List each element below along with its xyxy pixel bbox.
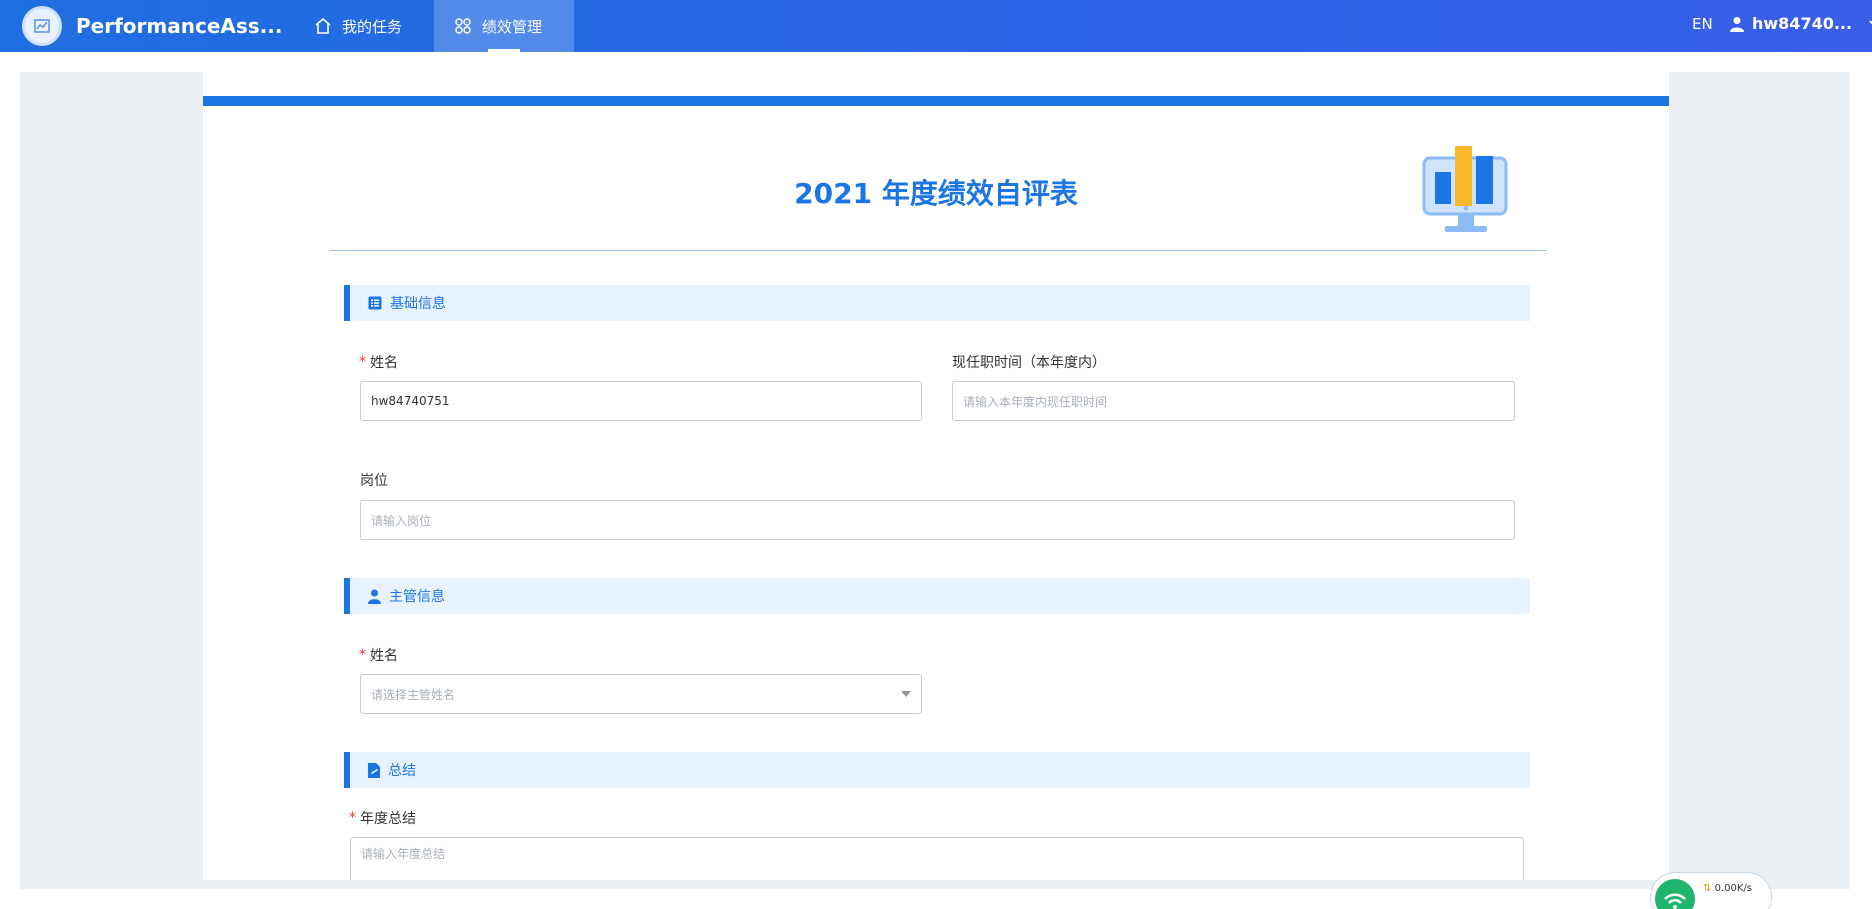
form-sheet: 2021 年度绩效自评表 基础信息 * 姓名 hw84740751 现任职时间（… [203,72,1669,880]
list-icon [368,296,382,310]
monitor-chart-icon [1422,146,1508,232]
chart-icon [34,19,50,33]
supervisor-name-placeholder: 请选择主管姓名 [371,687,456,702]
network-speed-widget[interactable]: ⇅ 0.00K/s [1650,872,1772,909]
caret-down-icon [901,691,911,697]
section-basic-info: 基础信息 [344,285,1530,321]
network-speed-text: ⇅ 0.00K/s [1703,883,1752,894]
supervisor-name-select[interactable]: 请选择主管姓名 [360,674,922,714]
wifi-icon [1655,879,1695,909]
supervisor-name-label-text: 姓名 [370,648,398,664]
top-navbar: PerformanceAss... 我的任务 绩效管理 EN hw84740..… [0,0,1872,52]
supervisor-name-label: * 姓名 [359,645,398,665]
name-label-text: 姓名 [370,355,398,371]
nav-performance-management[interactable]: 绩效管理 [434,0,574,52]
user-icon [1730,16,1744,32]
required-asterisk: * [349,810,356,826]
tenure-label-text: 现任职时间（本年度内） [952,355,1106,371]
language-switch[interactable]: EN [1692,15,1713,33]
app-title[interactable]: PerformanceAss... [76,14,282,38]
home-icon [315,17,331,34]
up-down-arrows-icon: ⇅ [1703,883,1712,894]
position-label-text: 岗位 [360,473,388,489]
sheet-top-accent [203,96,1669,106]
position-input[interactable]: 请输入岗位 [360,500,1515,540]
section-supervisor-title: 主管信息 [389,589,445,605]
required-asterisk: * [359,647,366,663]
annual-summary-label-text: 年度总结 [360,811,416,827]
section-summary: 总结 [344,752,1530,788]
annual-summary-label: * 年度总结 [349,808,416,828]
user-menu[interactable]: hw84740... [1730,14,1872,33]
annual-summary-textarea[interactable]: 请输入年度总结 [350,837,1524,880]
nav-performance-label: 绩效管理 [482,17,543,36]
grid-icon [455,18,471,34]
required-asterisk: * [359,354,366,370]
network-speed-value: 0.00K/s [1714,883,1752,894]
section-summary-title: 总结 [388,763,416,779]
name-input[interactable]: hw84740751 [360,381,922,421]
name-label: * 姓名 [359,352,398,372]
tenure-label: 现任职时间（本年度内） [952,352,1106,372]
title-divider [329,250,1547,251]
app-logo[interactable] [22,6,62,46]
position-label: 岗位 [360,470,388,490]
section-supervisor-info: 主管信息 [344,578,1530,614]
nav-my-tasks[interactable]: 我的任务 [312,0,430,52]
user-name: hw84740... [1752,14,1853,33]
chevron-down-icon [1869,20,1872,25]
document-icon [368,762,380,778]
active-tab-indicator [488,49,520,52]
tenure-input[interactable]: 请输入本年度内现任职时间 [952,381,1515,421]
section-basic-info-title: 基础信息 [390,296,446,312]
nav-my-tasks-label: 我的任务 [342,17,403,36]
user-icon [368,589,381,604]
